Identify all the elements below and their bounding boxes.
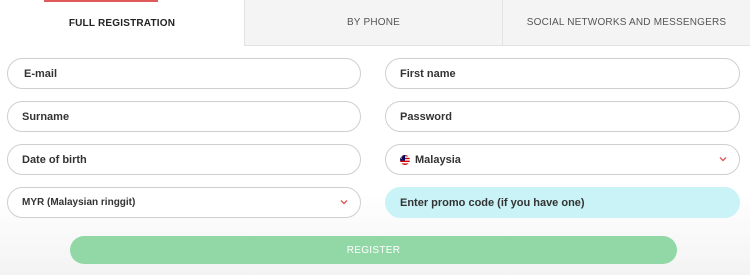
tab-label: SOCIAL NETWORKS AND MESSENGERS [526, 17, 727, 28]
register-label: REGISTER [346, 244, 401, 256]
promo-placeholder: Enter promo code (if you have one) [400, 196, 585, 209]
promo-code-field[interactable]: Enter promo code (if you have one) [385, 187, 740, 218]
register-button[interactable]: REGISTER [70, 236, 677, 264]
password-placeholder: Password [400, 110, 452, 123]
tab-label: BY PHONE [346, 17, 401, 28]
password-field[interactable]: Password [385, 101, 740, 132]
currency-select[interactable]: MYR (Malaysian ringgit) [7, 187, 361, 218]
first-name-placeholder: First name [400, 67, 456, 80]
email-field[interactable]: E-mail [7, 58, 361, 89]
tab-social-networks[interactable]: SOCIAL NETWORKS AND MESSENGERS [502, 0, 750, 46]
email-placeholder: E-mail [24, 67, 58, 80]
surname-field[interactable]: Surname [7, 101, 361, 132]
malaysia-flag-icon [400, 154, 410, 165]
tab-by-phone[interactable]: BY PHONE [244, 0, 502, 46]
country-select[interactable]: Malaysia [385, 144, 740, 175]
tab-label: FULL REGISTRATION [68, 17, 176, 29]
surname-placeholder: Surname [22, 110, 70, 123]
chevron-down-icon [719, 157, 727, 162]
chevron-down-icon [340, 200, 348, 205]
currency-value: MYR (Malaysian ringgit) [22, 197, 136, 208]
dob-placeholder: Date of birth [22, 153, 87, 166]
country-value: Malaysia [415, 153, 461, 166]
first-name-field[interactable]: First name [385, 58, 740, 89]
tab-full-registration[interactable]: FULL REGISTRATION [0, 0, 244, 46]
registration-tabs: FULL REGISTRATION BY PHONE SOCIAL NETWOR… [0, 0, 750, 46]
date-of-birth-field[interactable]: Date of birth [7, 144, 361, 175]
registration-panel: FULL REGISTRATION BY PHONE SOCIAL NETWOR… [0, 0, 750, 275]
